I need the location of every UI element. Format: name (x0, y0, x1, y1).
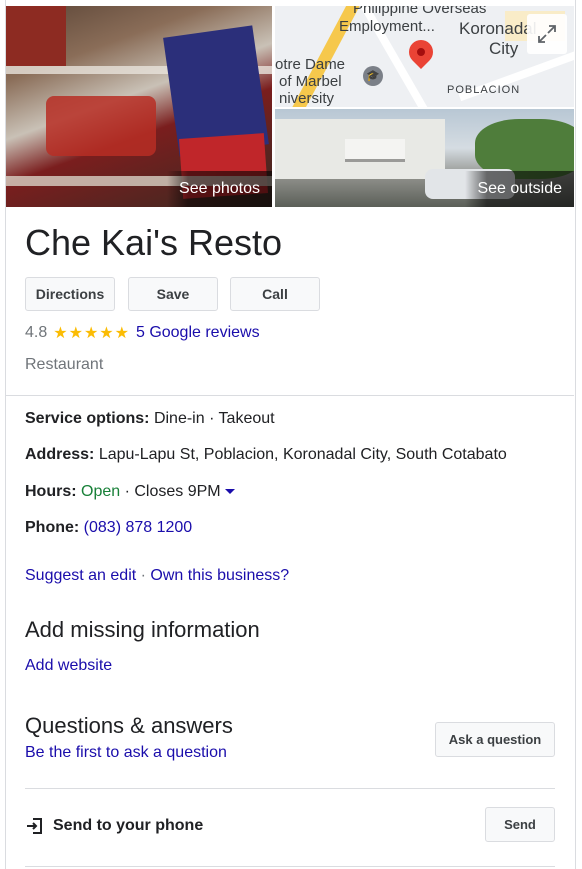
service-options-value: Dine-in · Takeout (153, 410, 275, 427)
photo-header: See photos Philippine Overseas Employmen… (6, 6, 574, 207)
school-icon: 🎓 (363, 66, 383, 86)
send-to-phone-row[interactable]: Send to your phone (25, 816, 203, 836)
hours-label: Hours: (25, 483, 77, 500)
own-business-link[interactable]: Own this business? (150, 567, 289, 584)
address-value: Lapu-Lapu St, Poblacion, Koronadal City,… (98, 446, 507, 463)
location-pin-icon (404, 35, 438, 69)
ask-question-button[interactable]: Ask a question (435, 722, 555, 757)
phone-link[interactable]: (083) 878 1200 (84, 519, 193, 536)
map-label-school-1: otre Dame (275, 56, 346, 73)
address-row: Address: Lapu-Lapu St, Poblacion, Korona… (25, 446, 507, 464)
send-button[interactable]: Send (485, 807, 555, 842)
map-label-city-2: City (489, 39, 519, 58)
see-outside-label[interactable]: See outside (465, 171, 574, 207)
phone-row: Phone: (083) 878 1200 (25, 519, 192, 537)
expand-map-button[interactable] (527, 14, 567, 54)
map-label-city-1: Koronadal (459, 19, 537, 38)
phone-label: Phone: (25, 519, 80, 536)
rating-row: 4.8 ★★★★★ 5 Google reviews (25, 323, 260, 343)
link-separator: · (136, 567, 151, 584)
business-category: Restaurant (25, 356, 104, 373)
rating-value: 4.8 (25, 324, 48, 341)
edit-links-row: Suggest an edit · Own this business? (25, 567, 289, 585)
see-photos-label[interactable]: See photos (167, 171, 272, 207)
directions-button[interactable]: Directions (25, 277, 115, 311)
service-options-label: Service options: (25, 410, 150, 427)
map-label-employment-2: Employment... (339, 18, 435, 35)
address-label: Address: (25, 446, 95, 463)
divider (25, 866, 555, 867)
add-website-link[interactable]: Add website (25, 657, 112, 675)
map-label-school-3: niversity (279, 90, 335, 107)
map-label-employment-1: Philippine Overseas (353, 6, 487, 17)
hours-closes: · Closes 9PM (120, 483, 221, 500)
divider (6, 395, 574, 396)
reviews-link[interactable]: 5 Google reviews (136, 324, 260, 342)
save-button[interactable]: Save (128, 277, 218, 311)
hours-row[interactable]: Hours: Open · Closes 9PM (25, 483, 235, 501)
first-to-ask-link[interactable]: Be the first to ask a question (25, 744, 227, 762)
send-to-phone-label: Send to your phone (53, 817, 204, 834)
service-options-row: Service options: Dine-in · Takeout (25, 410, 275, 428)
photo-street-view[interactable]: See outside (275, 109, 574, 207)
map-label-district: POBLACION (447, 84, 521, 96)
missing-info-heading: Add missing information (25, 617, 260, 642)
chevron-down-icon[interactable] (224, 489, 235, 495)
photo-food-shelf[interactable]: See photos (6, 6, 272, 207)
star-rating-icon: ★★★★★ (53, 325, 130, 342)
call-button[interactable]: Call (230, 277, 320, 311)
send-to-phone-icon (27, 818, 42, 834)
business-title: Che Kai's Resto (25, 222, 282, 263)
qa-heading: Questions & answers (25, 713, 233, 738)
suggest-edit-link[interactable]: Suggest an edit (25, 567, 136, 584)
hours-open-status: Open (81, 483, 121, 500)
divider (25, 788, 555, 789)
expand-icon (538, 25, 556, 43)
map-thumbnail[interactable]: Philippine Overseas Employment... Korona… (275, 6, 574, 107)
map-label-school-2: of Marbel (279, 73, 342, 90)
